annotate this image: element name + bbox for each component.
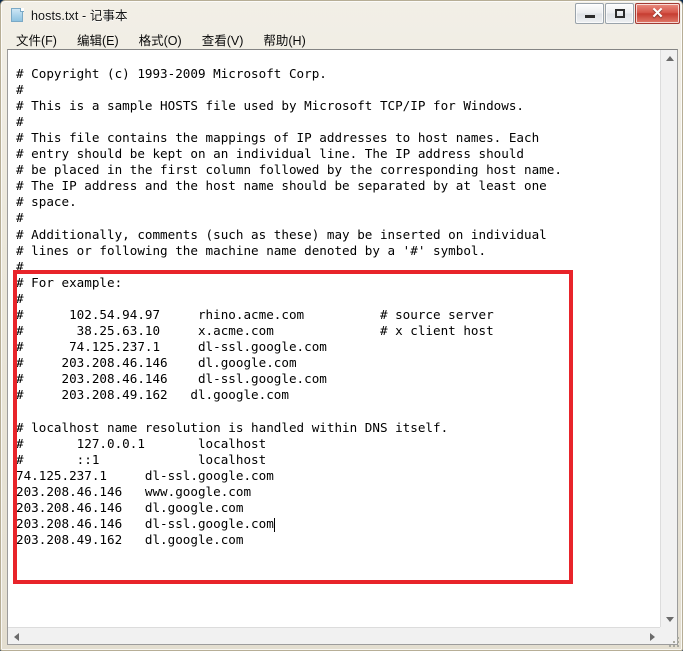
maximize-button[interactable] (605, 3, 634, 24)
minimize-icon (584, 15, 595, 18)
close-button[interactable]: ✕ (635, 3, 680, 24)
menu-help[interactable]: 帮助(H) (254, 28, 314, 51)
scroll-up-button[interactable] (661, 50, 677, 67)
menu-file[interactable]: 文件(F) (7, 28, 66, 51)
chevron-up-icon (665, 56, 674, 61)
vertical-scrollbar[interactable] (660, 50, 677, 628)
notepad-window: hosts.txt - 记事本 ✕ 文件(F) 编辑(E) 格式(O) 查看(V… (0, 0, 683, 651)
maximize-icon (614, 9, 625, 18)
window-title: hosts.txt - 记事本 (31, 9, 128, 23)
caption-buttons: ✕ (574, 3, 680, 24)
menu-view[interactable]: 查看(V) (193, 28, 253, 51)
notepad-document-icon (9, 7, 25, 23)
menu-edit[interactable]: 编辑(E) (68, 28, 128, 51)
resize-grip-icon[interactable] (669, 637, 679, 647)
scroll-down-button[interactable] (661, 611, 677, 628)
title-bar[interactable]: hosts.txt - 记事本 ✕ (1, 1, 683, 28)
chevron-right-icon (650, 632, 655, 641)
minimize-button[interactable] (575, 3, 604, 24)
editor-client-area: # Copyright (c) 1993-2009 Microsoft Corp… (7, 49, 678, 645)
text-area[interactable]: # Copyright (c) 1993-2009 Microsoft Corp… (8, 50, 661, 628)
menu-format[interactable]: 格式(O) (130, 28, 191, 51)
menu-bar: 文件(F) 编辑(E) 格式(O) 查看(V) 帮助(H) (7, 29, 678, 50)
close-icon: ✕ (651, 5, 664, 22)
chevron-down-icon (665, 617, 674, 622)
hosts-file-content[interactable]: # Copyright (c) 1993-2009 Microsoft Corp… (16, 66, 562, 549)
horizontal-scrollbar[interactable] (8, 627, 661, 644)
chevron-left-icon (14, 632, 19, 641)
scroll-right-button[interactable] (644, 628, 661, 644)
text-caret (273, 517, 275, 532)
scroll-left-button[interactable] (8, 628, 25, 644)
